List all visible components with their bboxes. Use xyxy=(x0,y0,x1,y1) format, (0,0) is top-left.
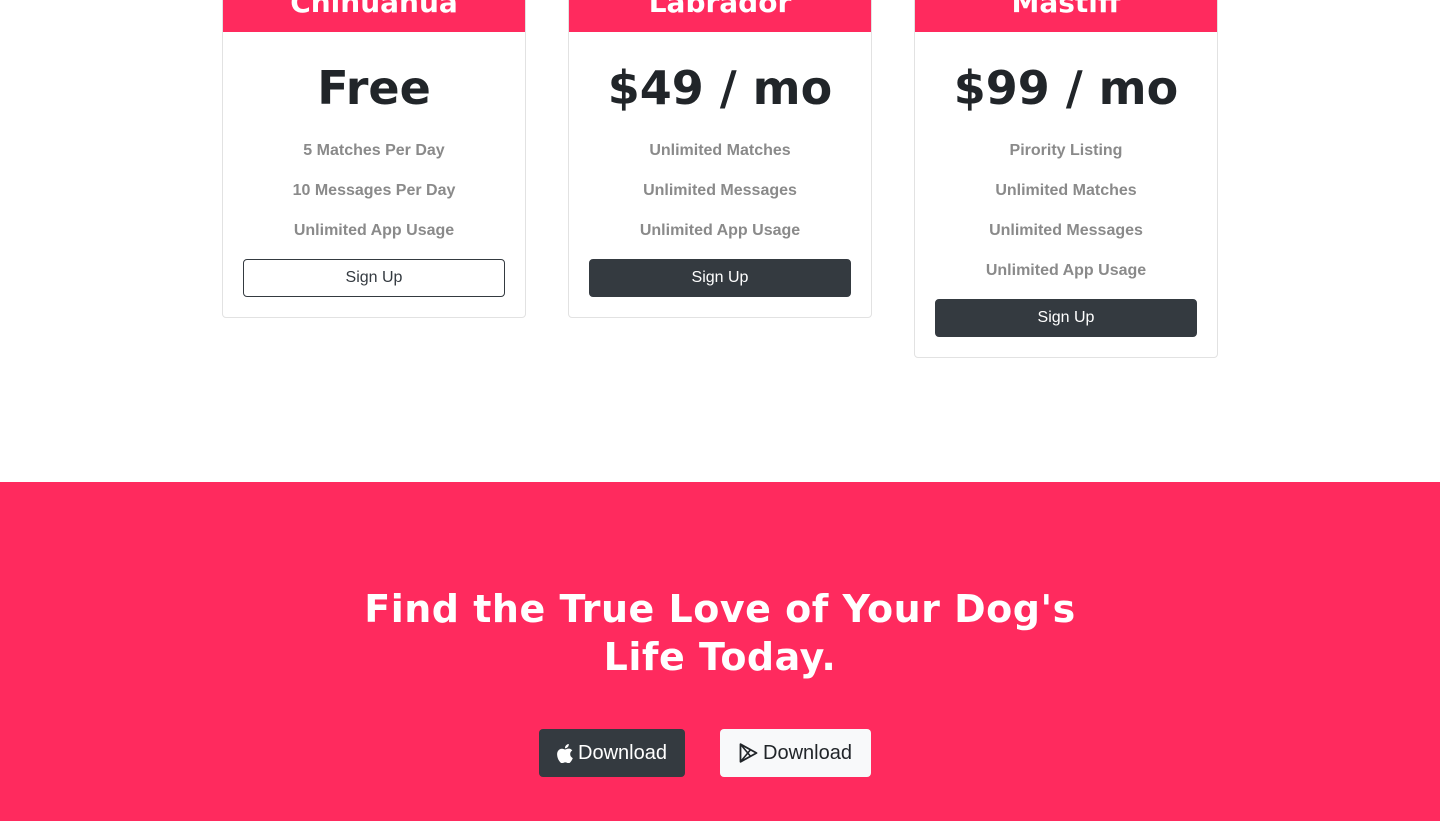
feature-item: Unlimited Messages xyxy=(989,222,1143,239)
cta-heading-line2: Life Today. xyxy=(603,635,837,679)
pricing-card-mastiff: Mastiff $99 / mo Pirority Listing Unlimi… xyxy=(914,0,1218,358)
plan-price: $49 / mo xyxy=(607,61,833,115)
cta-heading-line1: Find the True Love of Your Dog's xyxy=(364,587,1076,631)
app-store-download-button[interactable]: Download xyxy=(539,729,685,777)
feature-list: 5 Matches Per Day 10 Messages Per Day Un… xyxy=(243,131,505,251)
feature-item: Unlimited App Usage xyxy=(985,262,1147,279)
apple-icon xyxy=(557,743,573,763)
feature-item: Unlimited App Usage xyxy=(293,222,455,239)
sign-up-button[interactable]: Sign Up xyxy=(243,259,505,297)
play-download-label: Download xyxy=(763,741,852,764)
plan-price: $99 / mo xyxy=(953,61,1179,115)
pricing-card-chihuahua: Chihuahua Free 5 Matches Per Day 10 Mess… xyxy=(222,0,526,318)
pricing-section: Chihuahua Free 5 Matches Per Day 10 Mess… xyxy=(0,0,1440,482)
sign-up-button[interactable]: Sign Up xyxy=(935,299,1197,337)
pricing-card-labrador: Labrador $49 / mo Unlimited Matches Unli… xyxy=(568,0,872,318)
feature-item: Unlimited App Usage xyxy=(639,222,801,239)
feature-list: Pirority Listing Unlimited Matches Unlim… xyxy=(935,131,1197,291)
feature-list: Unlimited Matches Unlimited Messages Unl… xyxy=(589,131,851,251)
cta-heading: Find the True Love of Your Dog's Life To… xyxy=(320,585,1120,681)
google-play-icon xyxy=(739,743,758,763)
plan-name: Labrador xyxy=(569,0,871,32)
sign-up-button[interactable]: Sign Up xyxy=(589,259,851,297)
plan-price: Free xyxy=(317,61,431,115)
feature-item: Unlimited Matches xyxy=(649,142,791,159)
plan-name: Chihuahua xyxy=(223,0,525,32)
feature-item: 10 Messages Per Day xyxy=(292,182,456,199)
feature-item: Pirority Listing xyxy=(1009,142,1123,159)
feature-item: 5 Matches Per Day xyxy=(303,142,445,159)
feature-item: Unlimited Matches xyxy=(995,182,1137,199)
feature-item: Unlimited Messages xyxy=(643,182,797,199)
google-play-download-button[interactable]: Download xyxy=(720,729,871,777)
plan-name: Mastiff xyxy=(915,0,1217,32)
apple-download-label: Download xyxy=(578,741,667,764)
cta-section: Find the True Love of Your Dog's Life To… xyxy=(0,482,1440,821)
